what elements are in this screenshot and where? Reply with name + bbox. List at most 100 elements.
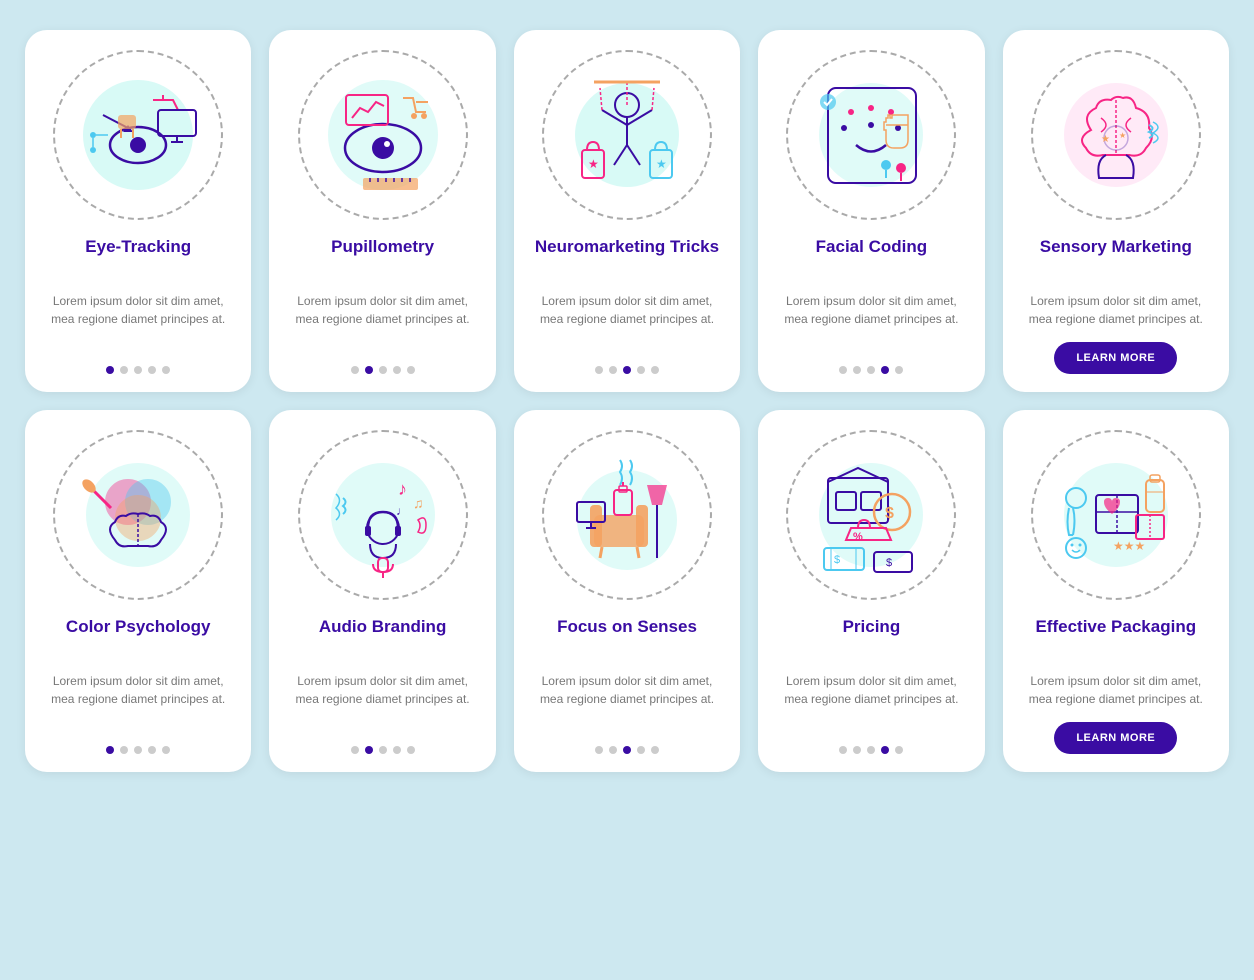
card-body: Lorem ipsum dolor sit dim amet, mea regi…	[532, 672, 722, 732]
dot-5[interactable]	[407, 746, 415, 754]
icon-pupillometry	[298, 50, 468, 220]
card-neuromarketing: ★ ★ Neuromarketing Tricks Lorem ipsum do…	[514, 30, 740, 392]
card-body: Lorem ipsum dolor sit dim amet, mea regi…	[287, 672, 477, 732]
dot-2[interactable]	[609, 746, 617, 754]
icon-pricing: $ % $ $	[786, 430, 956, 600]
dot-5[interactable]	[162, 366, 170, 374]
dot-3[interactable]	[134, 746, 142, 754]
card-body: Lorem ipsum dolor sit dim amet, mea regi…	[43, 292, 233, 352]
dot-5[interactable]	[162, 746, 170, 754]
card-color-psychology: Color Psychology Lorem ipsum dolor sit d…	[25, 410, 251, 772]
dot-5[interactable]	[651, 746, 659, 754]
pagination-dots	[839, 366, 903, 374]
dot-5[interactable]	[651, 366, 659, 374]
card-title: Pricing	[843, 616, 901, 660]
dot-3[interactable]	[134, 366, 142, 374]
card-body: Lorem ipsum dolor sit dim amet, mea regi…	[1021, 672, 1211, 708]
svg-text:★: ★	[588, 157, 599, 171]
card-title: Audio Branding	[319, 616, 446, 660]
card-grid: Eye-Tracking Lorem ipsum dolor sit dim a…	[25, 30, 1229, 772]
card-body: Lorem ipsum dolor sit dim amet, mea regi…	[532, 292, 722, 352]
icon-focus-on-senses	[542, 430, 712, 600]
dot-1[interactable]	[839, 366, 847, 374]
card-title: Focus on Senses	[557, 616, 697, 660]
pagination-dots	[595, 366, 659, 374]
dot-2[interactable]	[853, 746, 861, 754]
card-title: Sensory Marketing	[1040, 236, 1192, 280]
svg-text:★★★: ★★★	[1113, 539, 1145, 553]
dot-2[interactable]	[120, 746, 128, 754]
dot-4[interactable]	[148, 746, 156, 754]
card-eye-tracking: Eye-Tracking Lorem ipsum dolor sit dim a…	[25, 30, 251, 392]
svg-text:♩: ♩	[396, 504, 408, 518]
svg-text:♪: ♪	[398, 479, 407, 499]
icon-facial-coding	[786, 50, 956, 220]
card-body: Lorem ipsum dolor sit dim amet, mea regi…	[1021, 292, 1211, 328]
card-focus-on-senses: Focus on Senses Lorem ipsum dolor sit di…	[514, 410, 740, 772]
dot-5[interactable]	[895, 746, 903, 754]
dot-2[interactable]	[365, 746, 373, 754]
card-pricing: $ % $ $ Pricing Lorem ipsum dolor sit di…	[758, 410, 984, 772]
dot-5[interactable]	[895, 366, 903, 374]
pagination-dots	[839, 746, 903, 754]
card-audio-branding: ♪ ♫ ♩ Audio Branding Lorem ipsum dolor s…	[269, 410, 495, 772]
card-title: Effective Packaging	[1035, 616, 1196, 660]
dot-1[interactable]	[595, 746, 603, 754]
svg-text:$: $	[885, 505, 894, 522]
dot-3[interactable]	[623, 366, 631, 374]
dot-5[interactable]	[407, 366, 415, 374]
pagination-dots	[106, 746, 170, 754]
svg-text:$: $	[886, 557, 892, 569]
icon-sensory-marketing: ★ ★	[1031, 50, 1201, 220]
card-title: Neuromarketing Tricks	[535, 236, 719, 280]
icon-color-psychology	[53, 430, 223, 600]
icon-eye-tracking	[53, 50, 223, 220]
dot-4[interactable]	[148, 366, 156, 374]
svg-text:★: ★	[656, 157, 667, 171]
card-pupillometry: Pupillometry Lorem ipsum dolor sit dim a…	[269, 30, 495, 392]
icon-neuromarketing: ★ ★	[542, 50, 712, 220]
dot-3[interactable]	[867, 366, 875, 374]
svg-text:★: ★	[1119, 131, 1126, 140]
dot-4[interactable]	[637, 366, 645, 374]
dot-3[interactable]	[623, 746, 631, 754]
dot-4[interactable]	[393, 366, 401, 374]
card-title: Facial Coding	[816, 236, 927, 280]
card-facial-coding: Facial Coding Lorem ipsum dolor sit dim …	[758, 30, 984, 392]
dot-2[interactable]	[120, 366, 128, 374]
svg-text:%: %	[853, 531, 863, 543]
card-title: Pupillometry	[331, 236, 434, 280]
pagination-dots	[351, 746, 415, 754]
dot-3[interactable]	[379, 366, 387, 374]
dot-4[interactable]	[393, 746, 401, 754]
icon-effective-packaging: ★★★	[1031, 430, 1201, 600]
card-body: Lorem ipsum dolor sit dim amet, mea regi…	[776, 292, 966, 352]
dot-1[interactable]	[351, 746, 359, 754]
card-title: Color Psychology	[66, 616, 211, 660]
card-effective-packaging: ★★★ Effective Packaging Lorem ipsum dolo…	[1003, 410, 1229, 772]
card-body: Lorem ipsum dolor sit dim amet, mea regi…	[776, 672, 966, 732]
svg-text:$: $	[834, 554, 840, 566]
dot-4[interactable]	[637, 746, 645, 754]
dot-3[interactable]	[379, 746, 387, 754]
dot-1[interactable]	[351, 366, 359, 374]
icon-audio-branding: ♪ ♫ ♩	[298, 430, 468, 600]
dot-3[interactable]	[867, 746, 875, 754]
learn-more-button[interactable]: LEARN MORE	[1054, 342, 1177, 374]
dot-1[interactable]	[106, 746, 114, 754]
svg-text:★: ★	[1101, 134, 1110, 145]
card-body: Lorem ipsum dolor sit dim amet, mea regi…	[43, 672, 233, 732]
dot-1[interactable]	[106, 366, 114, 374]
dot-4[interactable]	[881, 746, 889, 754]
dot-2[interactable]	[365, 366, 373, 374]
dot-2[interactable]	[609, 366, 617, 374]
svg-text:♫: ♫	[413, 495, 424, 511]
dot-1[interactable]	[839, 746, 847, 754]
dot-1[interactable]	[595, 366, 603, 374]
learn-more-button-2[interactable]: LEARN MORE	[1054, 722, 1177, 754]
dot-2[interactable]	[853, 366, 861, 374]
pagination-dots	[106, 366, 170, 374]
dot-4[interactable]	[881, 366, 889, 374]
pagination-dots	[595, 746, 659, 754]
card-title: Eye-Tracking	[85, 236, 191, 280]
